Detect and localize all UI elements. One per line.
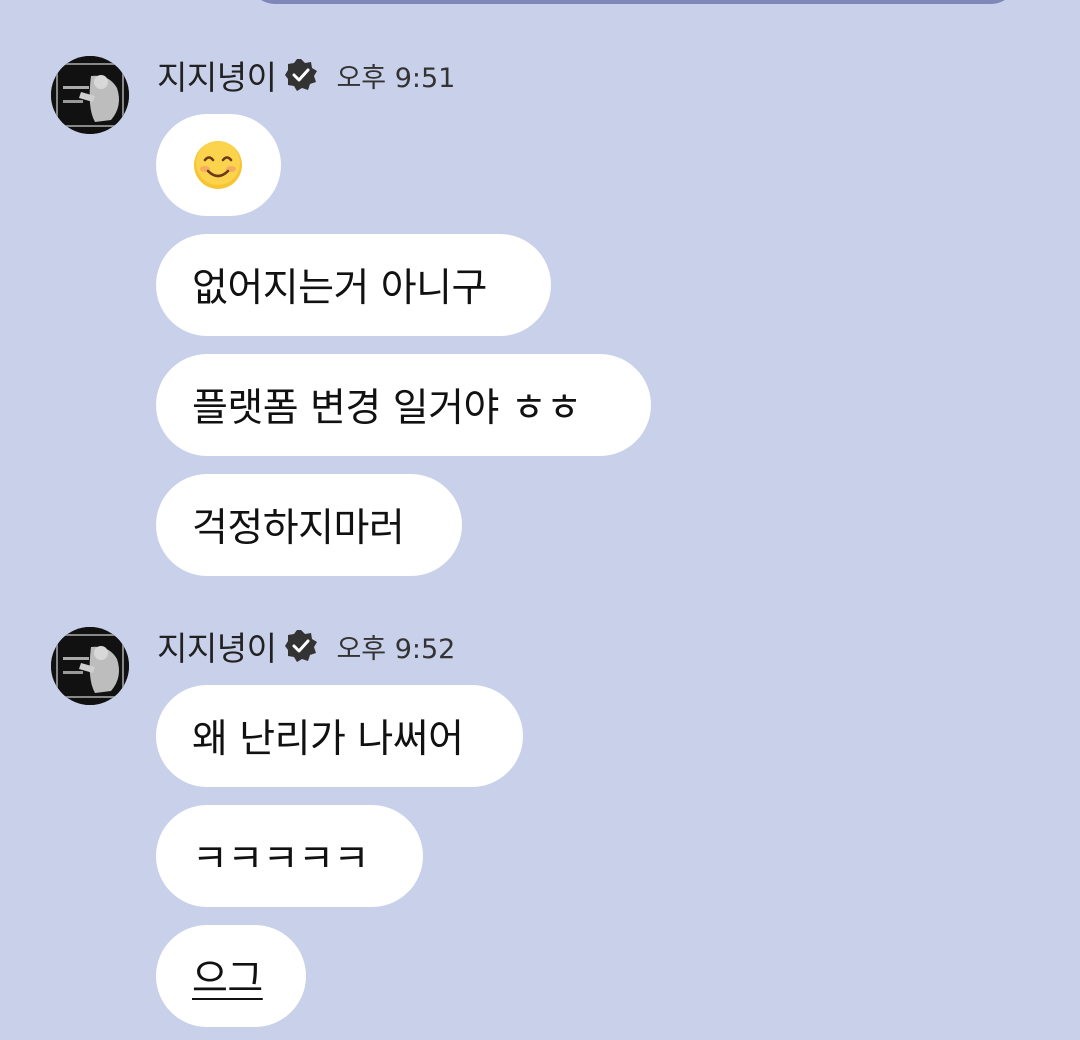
- message-text: 으그: [192, 957, 263, 1002]
- message-text: 플랫폼 변경 일거야 ㅎㅎ: [192, 386, 582, 431]
- message-bubble[interactable]: 없어지는거 아니구: [156, 234, 551, 336]
- message-bubble[interactable]: 플랫폼 변경 일거야 ㅎㅎ: [156, 354, 651, 456]
- message-timestamp: 오후 9:52: [336, 633, 456, 665]
- message-bubble[interactable]: 걱정하지마러: [156, 474, 462, 576]
- message-text: ㅋㅋㅋㅋㅋ: [192, 837, 369, 882]
- sender-name[interactable]: 지지녕이: [157, 51, 277, 99]
- avatar[interactable]: [51, 627, 129, 705]
- message-text: 걱정하지마러: [192, 506, 405, 551]
- message-text: 왜 난리가 나써어: [192, 717, 464, 762]
- smiling-face-icon: [192, 139, 244, 191]
- message-bubble[interactable]: 으그: [156, 925, 306, 1027]
- sender-name[interactable]: 지지녕이: [157, 622, 277, 670]
- message-bubble[interactable]: 왜 난리가 나써어: [156, 685, 523, 787]
- message-bubble[interactable]: [156, 114, 281, 216]
- message-timestamp: 오후 9:51: [336, 62, 456, 94]
- sender-line: 지지녕이 오후 9:52: [157, 626, 456, 668]
- sender-line: 지지녕이 오후 9:51: [157, 55, 456, 97]
- message-bubble[interactable]: ㅋㅋㅋㅋㅋ: [156, 805, 423, 907]
- message-text: 없어지는거 아니구: [192, 266, 487, 311]
- verified-badge-icon: [284, 58, 318, 92]
- avatar[interactable]: [51, 56, 129, 134]
- verified-badge-icon: [284, 629, 318, 663]
- previous-message-bubble-edge: [246, 0, 1020, 4]
